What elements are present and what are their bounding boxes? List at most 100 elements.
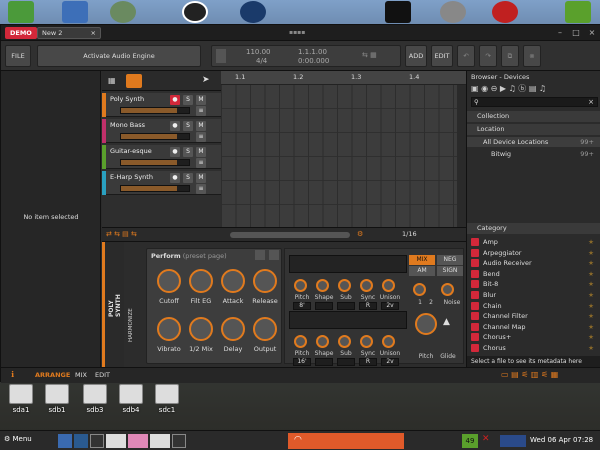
perform-knob[interactable]: [253, 317, 277, 341]
drive-icon[interactable]: sdb4: [116, 384, 146, 414]
record-arm-button[interactable]: ●: [170, 95, 180, 105]
floppy-icon[interactable]: [62, 1, 88, 23]
undo-icon[interactable]: ↶: [457, 45, 475, 67]
star-icon[interactable]: ★: [588, 311, 594, 321]
menu-button[interactable]: ⚙ Menu: [4, 435, 32, 443]
arrange-grid[interactable]: [221, 85, 457, 227]
minimize-icon[interactable]: –: [555, 28, 565, 38]
vertical-scrollbar[interactable]: [457, 85, 466, 227]
panel-icons[interactable]: ▭ ▤ ⚟ ▥ ⚟ ▦: [501, 370, 558, 379]
network-off-icon[interactable]: ✕: [482, 434, 494, 448]
location-header[interactable]: Location: [467, 124, 600, 135]
synth-knob[interactable]: [338, 335, 351, 348]
maximize-icon[interactable]: □: [571, 28, 581, 38]
browser-filter-icons[interactable]: ▣ ◉ ⊖ ▶ ♫ ⓑ ▤ ♫: [471, 83, 598, 95]
synth-knob[interactable]: [294, 279, 307, 292]
active-window-button[interactable]: ◠: [288, 433, 404, 449]
device-item[interactable]: Arpeggiator ★: [467, 248, 600, 258]
star-icon[interactable]: ★: [588, 248, 594, 258]
mc-icon[interactable]: [240, 1, 266, 23]
perform-knob[interactable]: [221, 269, 245, 293]
window-thumb-2[interactable]: [128, 434, 148, 448]
track-menu-icon[interactable]: ≡: [196, 106, 206, 116]
synth-knob[interactable]: [360, 279, 373, 292]
edit-button[interactable]: EDIT: [431, 45, 453, 67]
drive-icon[interactable]: sdb3: [80, 384, 110, 414]
clear-icon[interactable]: ×: [588, 98, 594, 106]
drive-icon[interactable]: sdb1: [42, 384, 72, 414]
star-icon[interactable]: ★: [588, 332, 594, 342]
synth-value[interactable]: R: [359, 358, 377, 366]
track-row[interactable]: Poly Synth ● S M ≡: [102, 93, 221, 117]
perform-knob[interactable]: [253, 269, 277, 293]
device-item[interactable]: Chain ★: [467, 301, 600, 311]
terminal-icon[interactable]: [90, 434, 104, 448]
device-item[interactable]: Bend ★: [467, 269, 600, 279]
track-volume-fader[interactable]: [120, 159, 190, 166]
synth-value[interactable]: 8': [293, 302, 311, 310]
page-arrow-icon[interactable]: [269, 250, 279, 260]
track-volume-fader[interactable]: [120, 133, 190, 140]
track-volume-fader[interactable]: [120, 107, 190, 114]
add-button[interactable]: ADD: [405, 45, 427, 67]
clock-widget-icon[interactable]: [385, 1, 411, 23]
info-icon[interactable]: ℹ: [11, 370, 14, 379]
star-icon[interactable]: ★: [588, 301, 594, 311]
track-volume-fader[interactable]: [120, 185, 190, 192]
app-icon[interactable]: [8, 1, 34, 23]
star-icon[interactable]: ★: [588, 237, 594, 247]
synth-knob[interactable]: [382, 279, 395, 292]
noise-knob[interactable]: [441, 283, 454, 296]
play-icon[interactable]: [216, 49, 226, 63]
synth-knob[interactable]: [338, 279, 351, 292]
star-icon[interactable]: ★: [588, 322, 594, 332]
wrench-icon[interactable]: [255, 250, 265, 260]
device-item[interactable]: Blur ★: [467, 290, 600, 300]
synth-knob[interactable]: [360, 335, 373, 348]
file-button[interactable]: FILE: [5, 45, 31, 67]
tray-icons[interactable]: [500, 435, 526, 447]
track-menu-icon[interactable]: ≡: [196, 158, 206, 168]
launcher-icon[interactable]: [58, 434, 72, 448]
record-arm-button[interactable]: ●: [170, 121, 180, 131]
synth-value[interactable]: [337, 358, 355, 366]
star-icon[interactable]: ★: [588, 279, 594, 289]
perform-knob[interactable]: [189, 269, 213, 293]
device-item[interactable]: Chorus ★: [467, 343, 600, 353]
mix-view-tab[interactable]: MIX: [75, 371, 87, 379]
pointer-icon[interactable]: ➤: [202, 75, 210, 85]
track-menu-icon[interactable]: ≡: [196, 184, 206, 194]
am-tab[interactable]: AM: [409, 266, 435, 276]
terminal-icon-2[interactable]: [172, 434, 186, 448]
sign-tab[interactable]: SIGN: [437, 266, 463, 276]
activate-engine-button[interactable]: Activate Audio Engine: [37, 45, 201, 67]
device-item[interactable]: Channel Map ★: [467, 322, 600, 332]
perform-knob[interactable]: [221, 317, 245, 341]
synth-knob[interactable]: [316, 335, 329, 348]
arrange-tools-icon[interactable]: ⇄ ⇆ ▤ ⇆: [106, 230, 137, 238]
mute-button[interactable]: M: [196, 121, 206, 131]
perform-knob[interactable]: [157, 269, 181, 293]
device-item[interactable]: Channel Filter ★: [467, 311, 600, 321]
drive-icon[interactable]: sda1: [6, 384, 36, 414]
solo-button[interactable]: S: [183, 147, 193, 157]
synth-value[interactable]: [315, 302, 333, 310]
grid-icon[interactable]: ▦: [108, 76, 118, 86]
device-item[interactable]: Chorus+ ★: [467, 332, 600, 342]
device-item[interactable]: Audio Receiver ★: [467, 258, 600, 268]
star-icon[interactable]: ★: [588, 290, 594, 300]
snap-icon[interactable]: ⚙: [357, 230, 363, 238]
synth-value[interactable]: R: [359, 302, 377, 310]
record-arm-button[interactable]: ●: [170, 147, 180, 157]
synth-value[interactable]: 2v: [381, 358, 399, 366]
mute-button[interactable]: M: [196, 147, 206, 157]
synth-knob[interactable]: [316, 279, 329, 292]
track-row[interactable]: Guitar-esque ● S M ≡: [102, 145, 221, 169]
demo-badge[interactable]: DEMO: [5, 27, 37, 39]
close-icon[interactable]: ×: [587, 28, 597, 38]
synth-value[interactable]: 16': [293, 358, 311, 366]
tempo[interactable]: 110.00: [246, 48, 271, 56]
penguin-icon[interactable]: [182, 1, 208, 23]
record-arm-button[interactable]: ●: [170, 173, 180, 183]
star-icon[interactable]: ★: [588, 269, 594, 279]
